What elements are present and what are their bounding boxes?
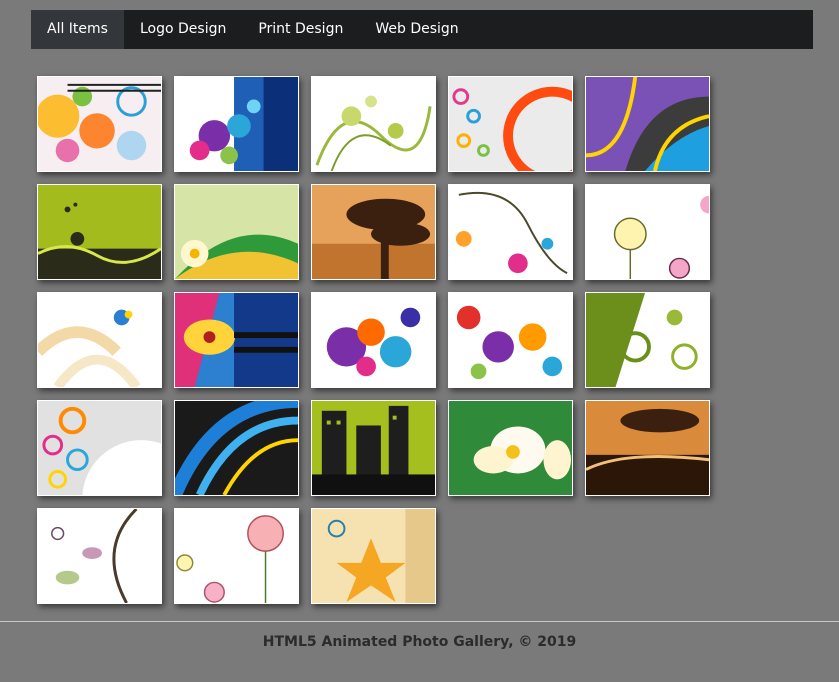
- gallery-thumb-8[interactable]: [311, 184, 436, 280]
- gallery-thumb-12[interactable]: [174, 292, 299, 388]
- gallery-thumb-22[interactable]: [174, 508, 299, 604]
- gallery-grid: [37, 76, 710, 604]
- gallery-thumb-6[interactable]: [37, 184, 162, 280]
- gallery-thumb-16[interactable]: [37, 400, 162, 496]
- gallery-thumb-13[interactable]: [311, 292, 436, 388]
- gallery-thumb-14[interactable]: [448, 292, 573, 388]
- gallery-thumb-20[interactable]: [585, 400, 710, 496]
- gallery-thumb-18[interactable]: [311, 400, 436, 496]
- filter-all-items[interactable]: All Items: [31, 10, 124, 49]
- gallery-thumb-15[interactable]: [585, 292, 710, 388]
- filter-print-design[interactable]: Print Design: [242, 10, 359, 49]
- gallery-thumb-17[interactable]: [174, 400, 299, 496]
- gallery-thumb-2[interactable]: [174, 76, 299, 172]
- gallery-thumb-3[interactable]: [311, 76, 436, 172]
- gallery-thumb-7[interactable]: [174, 184, 299, 280]
- gallery-thumb-10[interactable]: [585, 184, 710, 280]
- filter-logo-design[interactable]: Logo Design: [124, 10, 242, 49]
- filter-nav: All Items Logo Design Print Design Web D…: [31, 10, 813, 49]
- gallery-thumb-21[interactable]: [37, 508, 162, 604]
- gallery-thumb-1[interactable]: [37, 76, 162, 172]
- gallery-thumb-11[interactable]: [37, 292, 162, 388]
- gallery-thumb-9[interactable]: [448, 184, 573, 280]
- gallery-thumb-23[interactable]: [311, 508, 436, 604]
- footer-copyright: HTML5 Animated Photo Gallery, © 2019: [262, 634, 577, 650]
- gallery-thumb-5[interactable]: [585, 76, 710, 172]
- footer-divider: [0, 621, 839, 622]
- gallery-thumb-19[interactable]: [448, 400, 573, 496]
- gallery-thumb-4[interactable]: [448, 76, 573, 172]
- filter-web-design[interactable]: Web Design: [359, 10, 474, 49]
